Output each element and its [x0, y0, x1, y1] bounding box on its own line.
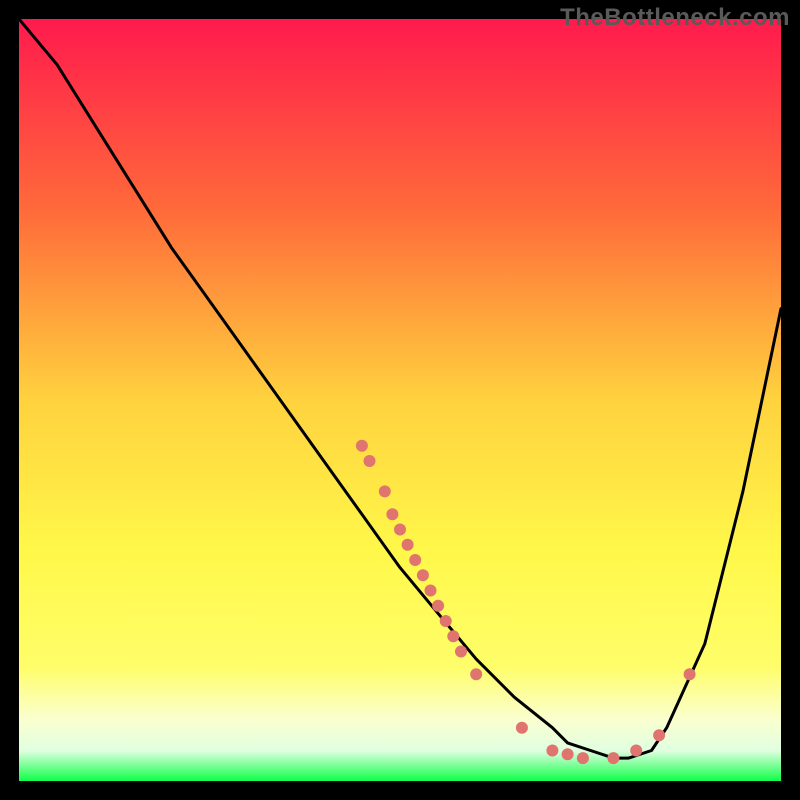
curve-dot [425, 585, 437, 597]
curve-dot [417, 569, 429, 581]
curve-markers [356, 440, 696, 764]
curve-dot [356, 440, 368, 452]
curve-dot [516, 722, 528, 734]
curve-dot [364, 455, 376, 467]
curve-dot [470, 668, 482, 680]
curve-dot [455, 646, 467, 658]
curve-path [19, 19, 781, 758]
curve-dot [684, 668, 696, 680]
chart-frame: TheBottleneck.com [0, 0, 800, 800]
curve-dot [394, 524, 406, 536]
curve-dot [577, 752, 589, 764]
curve-dot [447, 630, 459, 642]
curve-dot [653, 729, 665, 741]
watermark-text: TheBottleneck.com [560, 4, 790, 32]
curve-dot [440, 615, 452, 627]
curve-dot [409, 554, 421, 566]
curve-dot [607, 752, 619, 764]
curve-dot [562, 748, 574, 760]
curve-line [19, 19, 781, 758]
curve-dot [546, 745, 558, 757]
curve-dot [379, 485, 391, 497]
chart-svg [19, 19, 781, 781]
curve-dot [630, 745, 642, 757]
curve-dot [432, 600, 444, 612]
plot-area [19, 19, 781, 781]
curve-dot [386, 508, 398, 520]
curve-dot [402, 539, 414, 551]
